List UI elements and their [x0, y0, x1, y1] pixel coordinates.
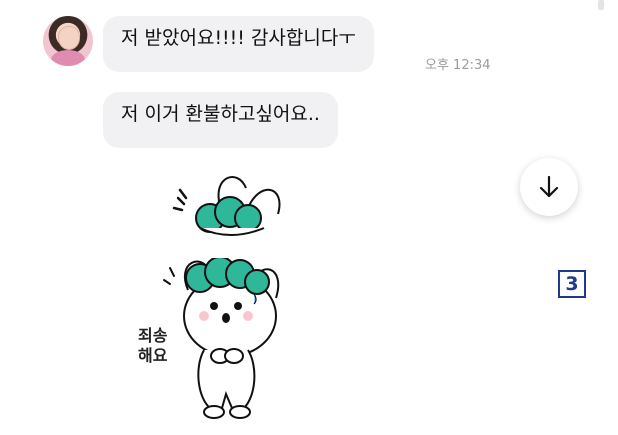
- sticker-caption: 죄송 해요: [138, 326, 167, 366]
- scroll-indicator: [598, 0, 604, 10]
- page-number-badge: 3: [558, 270, 586, 298]
- sender-avatar[interactable]: [43, 16, 93, 66]
- message-text: 저 이거 환불하고싶어요..: [121, 103, 320, 125]
- chat-screen: 저 받았어요!!!! 감사합니다ㅜ 오후 12:34 저 이거 환불하고싶어요.…: [0, 0, 618, 435]
- bunny-sticker-icon: [172, 176, 281, 236]
- arrow-down-icon: [539, 175, 559, 198]
- message-text: 저 받았어요!!!! 감사합니다ㅜ: [121, 27, 356, 49]
- clipped-area: [0, 236, 618, 258]
- message-bubble[interactable]: 저 이거 환불하고싶어요..: [103, 92, 338, 148]
- sticker-caption-line: 해요: [138, 346, 168, 365]
- avatar-shirt: [51, 50, 85, 66]
- avatar-face: [58, 26, 80, 50]
- sticker-caption-line: 죄송: [138, 326, 168, 345]
- message-timestamp: 오후 12:34: [425, 58, 491, 73]
- sticker-fragment: [160, 166, 300, 238]
- scroll-to-bottom-button[interactable]: [520, 158, 578, 216]
- message-bubble[interactable]: 저 받았어요!!!! 감사합니다ㅜ: [103, 16, 374, 72]
